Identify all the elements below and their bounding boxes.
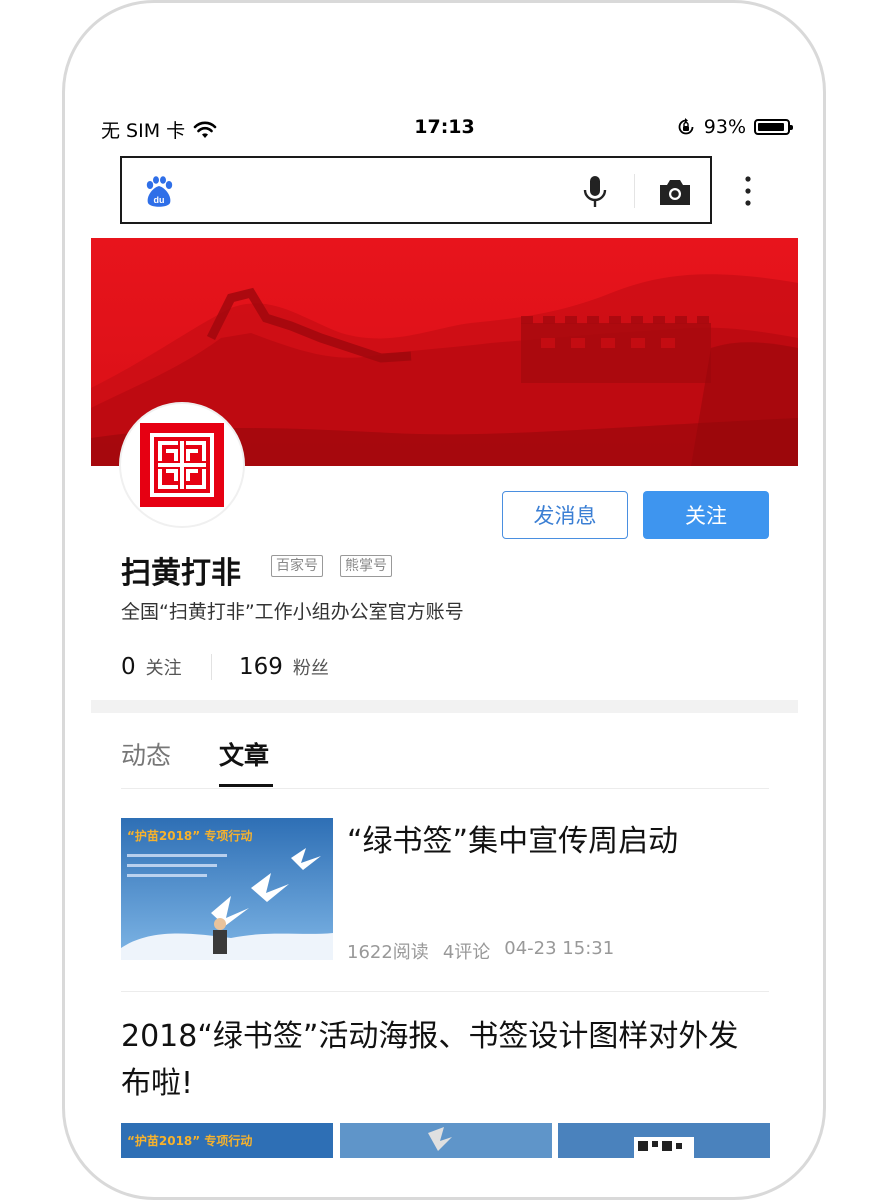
- svg-text:du: du: [154, 195, 165, 205]
- send-message-button[interactable]: 发消息: [502, 491, 628, 539]
- thumbnail-title-text-2: “护苗2018” 专项行动: [127, 1133, 252, 1148]
- baijiahao-badge: 百家号: [271, 555, 323, 577]
- phone-screen: 无 SIM 卡 17:13 93% du 发消息 关注 扫黄打非 百家号 熊掌号…: [91, 108, 798, 1158]
- orientation-lock-icon: [678, 118, 694, 135]
- tab-articles[interactable]: 文章: [219, 736, 269, 772]
- profile-description: 全国“扫黄打非”工作小组办公室官方账号: [121, 601, 464, 623]
- article-2-thumbnail-3[interactable]: [558, 1123, 771, 1158]
- fans-count: 169: [239, 654, 283, 680]
- article-2-thumbnail-2[interactable]: [339, 1123, 553, 1158]
- thumbnail-title-text: “护苗2018” 专项行动: [127, 828, 252, 843]
- following-stat[interactable]: 0 关注: [121, 654, 182, 680]
- article-comments: 4评论: [442, 942, 491, 963]
- search-input[interactable]: [192, 172, 566, 210]
- follow-button[interactable]: 关注: [643, 491, 769, 539]
- baidu-paw-logo-icon[interactable]: du: [142, 175, 176, 209]
- search-bar[interactable]: du: [120, 156, 712, 224]
- battery-percent: 93%: [703, 116, 746, 138]
- active-tab-indicator: [219, 784, 273, 787]
- section-gap: [91, 700, 798, 713]
- battery-icon: [754, 119, 793, 135]
- fans-stat[interactable]: 169 粉丝: [239, 654, 329, 680]
- tab-dynamics[interactable]: 动态: [121, 736, 171, 772]
- fans-label: 粉丝: [292, 658, 329, 679]
- stat-divider: [211, 654, 212, 680]
- xiongzhanghao-badge: 熊掌号: [340, 555, 392, 577]
- following-label: 关注: [145, 658, 182, 679]
- more-menu-icon[interactable]: [743, 174, 753, 208]
- article-meta: 1622阅读 4评论 04-23 15:31: [347, 938, 614, 964]
- microphone-icon[interactable]: [582, 175, 608, 209]
- article-title[interactable]: “绿书签”集中宣传周启动: [347, 816, 767, 860]
- article-divider: [121, 991, 769, 992]
- profile-avatar[interactable]: [121, 404, 243, 526]
- tabs-divider: [121, 788, 769, 789]
- battery-level: [758, 123, 785, 131]
- article-reads: 1622阅读: [347, 942, 429, 963]
- profile-name: 扫黄打非: [121, 556, 241, 591]
- status-bar: 无 SIM 卡 17:13 93%: [91, 108, 798, 148]
- article-date: 04-23 15:31: [504, 938, 615, 959]
- following-count: 0: [121, 654, 136, 680]
- article-2-thumbnails[interactable]: “护苗2018” 专项行动: [121, 1123, 771, 1158]
- article-title-2[interactable]: 2018“绿书签”活动海报、书签设计图样对外发布啦!: [121, 1013, 761, 1107]
- red-seal-logo-icon: [140, 423, 224, 507]
- search-separator: [634, 174, 635, 208]
- camera-icon[interactable]: [658, 178, 692, 206]
- status-right: 93%: [676, 116, 793, 138]
- article-2-thumbnail-1[interactable]: “护苗2018” 专项行动: [121, 1123, 334, 1158]
- article-thumbnail[interactable]: “护苗2018” 专项行动: [121, 818, 333, 960]
